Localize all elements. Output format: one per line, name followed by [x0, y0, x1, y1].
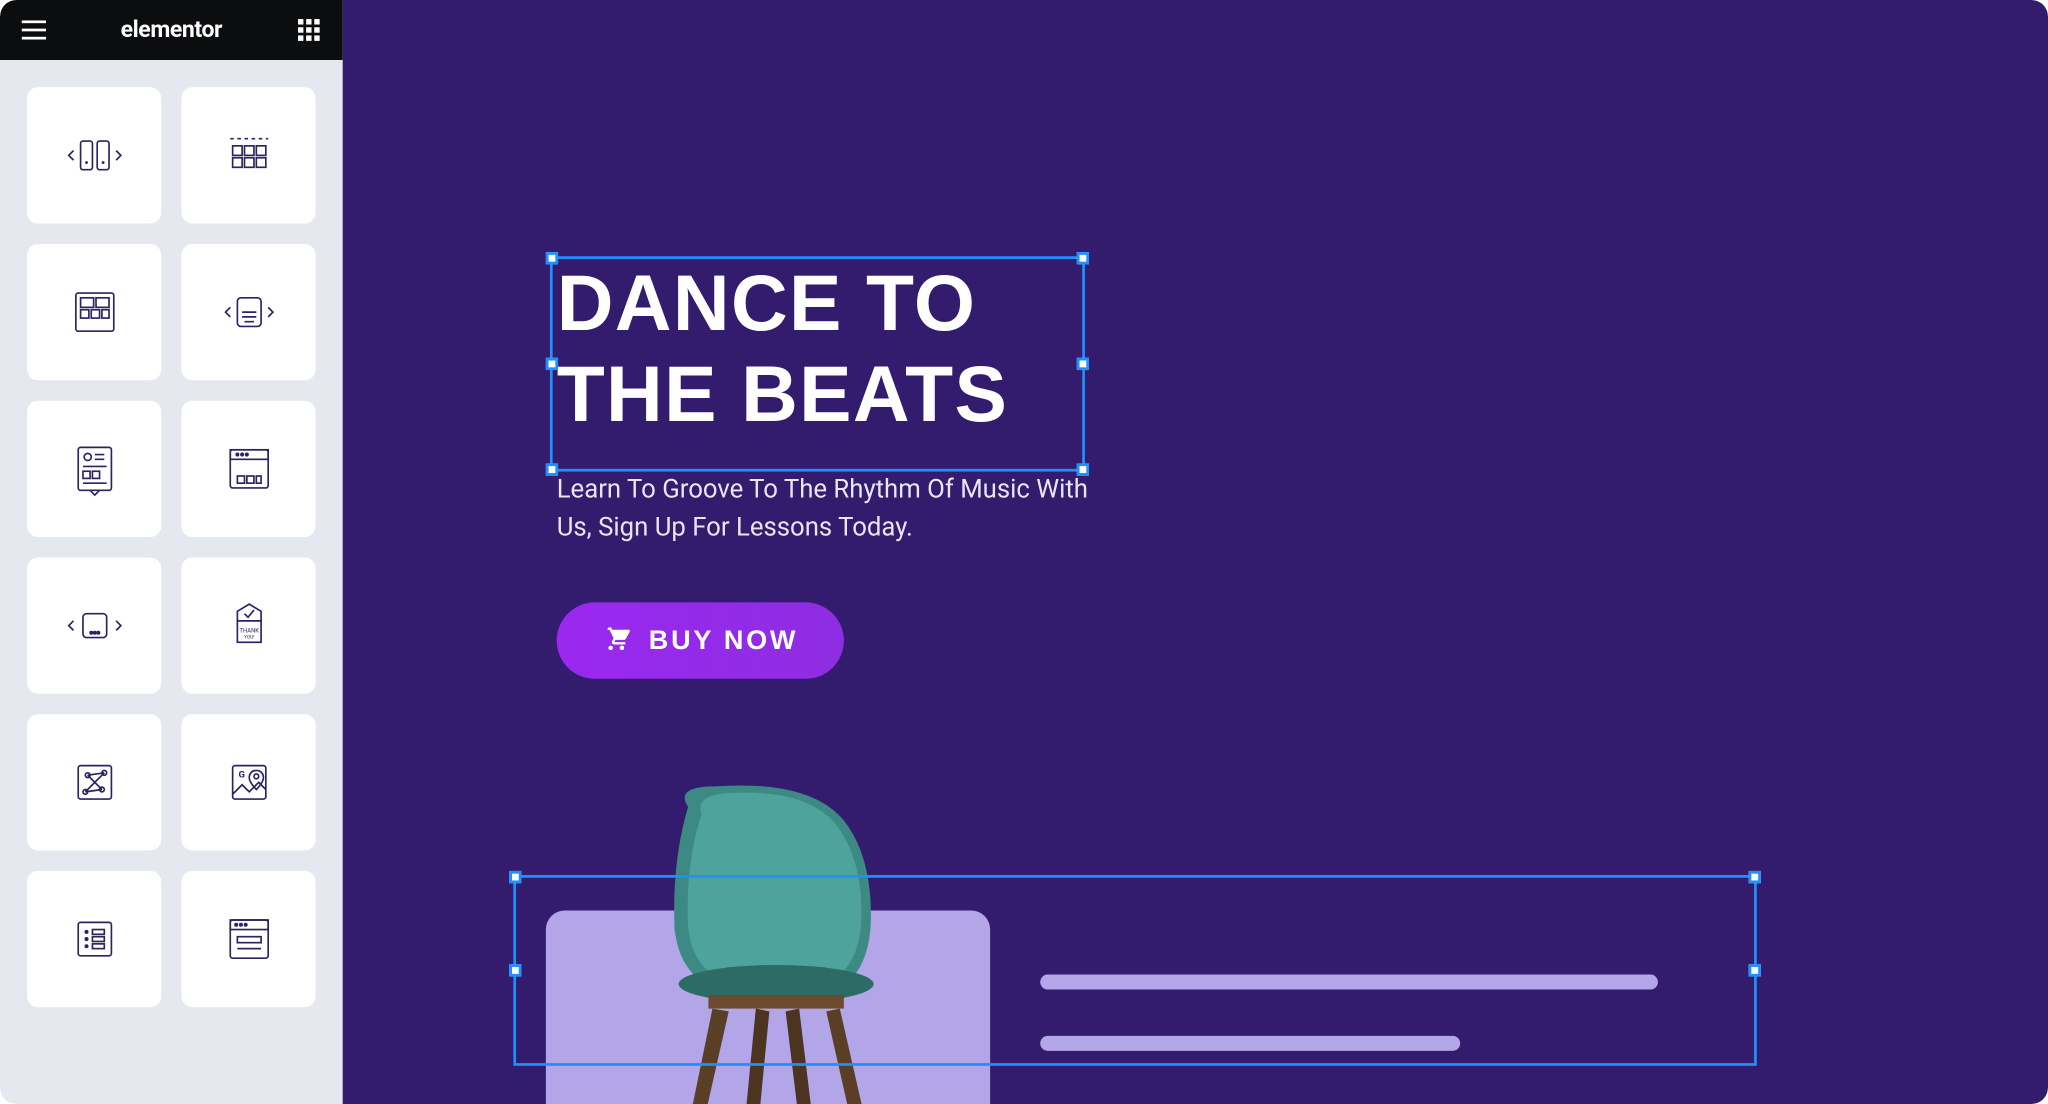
- svg-text:G: G: [238, 770, 244, 781]
- hero-subtitle[interactable]: Learn To Groove To The Rhythm Of Music W…: [557, 471, 1099, 546]
- google-maps-widget[interactable]: G: [182, 714, 316, 850]
- table-of-contents-widget[interactable]: [27, 401, 161, 537]
- gallery-widget[interactable]: [27, 244, 161, 380]
- svg-text:THANK: THANK: [239, 628, 259, 635]
- loop-grid-widget[interactable]: [182, 87, 316, 223]
- app-window: elementor: [0, 0, 2048, 1104]
- sidebar-header: elementor: [0, 0, 343, 60]
- buy-now-button[interactable]: BUY NOW: [557, 603, 845, 679]
- hero-title[interactable]: DANCE TO THE BEATS: [557, 259, 1099, 441]
- hero-title-line1: DANCE TO: [557, 259, 977, 348]
- template-widget[interactable]: [182, 871, 316, 1007]
- resize-handle[interactable]: [509, 871, 521, 883]
- hero-section: DANCE TO THE BEATS Learn To Groove To Th…: [557, 259, 1099, 679]
- cart-icon: [603, 624, 630, 659]
- widget-panel: THANKYOU! G: [0, 60, 343, 1035]
- testimonial-carousel-widget[interactable]: [182, 244, 316, 380]
- svg-text:YOU!: YOU!: [243, 635, 253, 641]
- hero-title-line2: THE BEATS: [557, 350, 1009, 439]
- chair-image: [634, 780, 939, 1104]
- hamburger-menu-icon[interactable]: [22, 18, 46, 43]
- resize-handle[interactable]: [1749, 964, 1761, 976]
- resize-handle[interactable]: [1749, 871, 1761, 883]
- placeholder-bar: [1040, 1036, 1460, 1051]
- placeholder-bar: [1040, 975, 1658, 990]
- menu-cart-widget[interactable]: [27, 557, 161, 693]
- brand-logo: elementor: [121, 16, 223, 43]
- editor-canvas[interactable]: DANCE TO THE BEATS Learn To Groove To Th…: [343, 0, 2048, 1104]
- thank-you-widget[interactable]: THANKYOU!: [182, 557, 316, 693]
- lottie-widget[interactable]: [27, 714, 161, 850]
- apps-grid-icon[interactable]: [297, 18, 321, 43]
- carousel-widget[interactable]: [27, 87, 161, 223]
- editor-sidebar: elementor: [0, 0, 343, 1104]
- resize-handle[interactable]: [509, 964, 521, 976]
- text-placeholder-lines: [1040, 975, 1658, 1098]
- form-widget[interactable]: [27, 871, 161, 1007]
- buy-now-label: BUY NOW: [649, 626, 798, 657]
- menu-widget[interactable]: [182, 401, 316, 537]
